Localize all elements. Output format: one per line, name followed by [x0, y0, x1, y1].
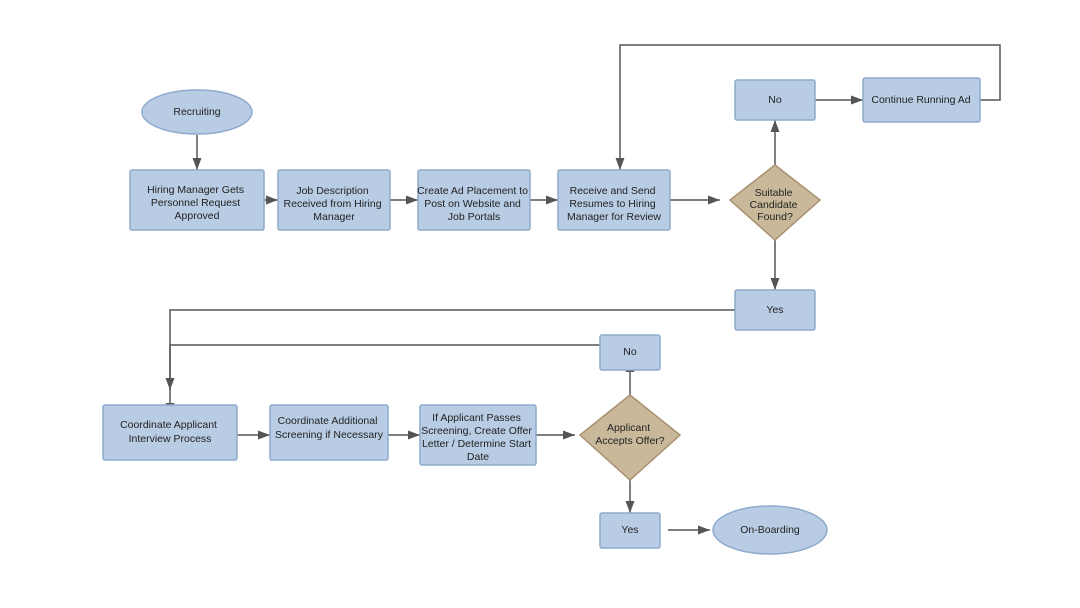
- yes-bottom-label: Yes: [621, 524, 638, 536]
- suitable-candidate-label: Suitable Candidate Found?: [750, 187, 801, 223]
- no-top-label: No: [768, 94, 782, 106]
- no-bottom-label: No: [623, 346, 637, 358]
- onboarding-label: On-Boarding: [740, 524, 800, 536]
- flowchart-svg: Recruiting Hiring Manager Gets Personnel…: [0, 0, 1080, 608]
- recruiting-label: Recruiting: [173, 106, 220, 118]
- diagram-container: Recruiting Hiring Manager Gets Personnel…: [0, 0, 1080, 608]
- yes-label: Yes: [766, 304, 783, 316]
- continue-ad-label: Continue Running Ad: [871, 94, 970, 106]
- receive-send-label: Receive and Send Resumes to Hiring Manag…: [567, 185, 661, 223]
